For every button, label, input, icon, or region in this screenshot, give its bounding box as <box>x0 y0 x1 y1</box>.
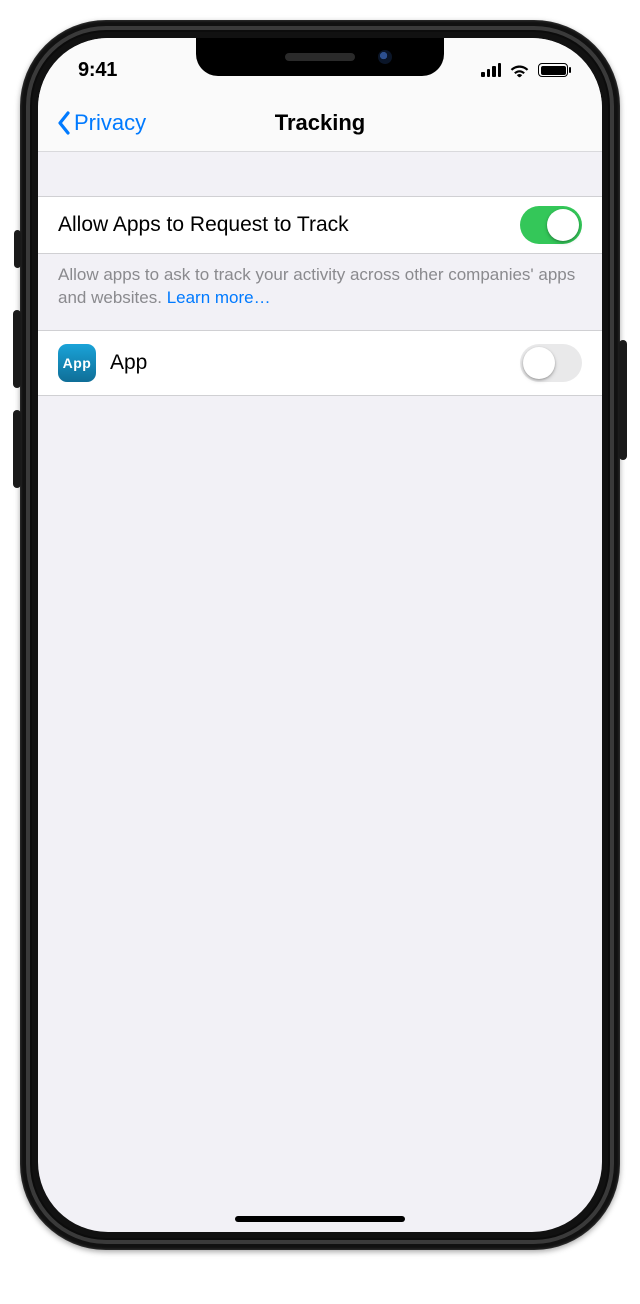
learn-more-link[interactable]: Learn more… <box>167 288 271 307</box>
speaker-grille <box>285 53 355 61</box>
battery-icon <box>538 63 568 77</box>
allow-apps-track-row: Allow Apps to Request to Track <box>38 196 602 254</box>
content-area: Allow Apps to Request to Track Allow app… <box>38 152 602 396</box>
cellular-signal-icon <box>481 63 501 77</box>
screen: 9:41 Privacy Tracking <box>38 38 602 1232</box>
back-label: Privacy <box>74 110 146 136</box>
chevron-left-icon <box>56 111 72 135</box>
status-indicators <box>481 63 568 78</box>
power-button <box>619 340 627 460</box>
app-row: App App <box>38 330 602 396</box>
notch <box>196 38 444 76</box>
status-time: 9:41 <box>78 59 117 82</box>
phone-frame: 9:41 Privacy Tracking <box>20 20 620 1250</box>
toggle-knob <box>547 209 579 241</box>
app-tracking-toggle[interactable] <box>520 344 582 382</box>
volume-up-button <box>13 310 21 388</box>
toggle-knob <box>523 347 555 379</box>
footer-description: Allow apps to ask to track your activity… <box>58 265 575 307</box>
wifi-icon <box>509 63 530 78</box>
allow-apps-track-label: Allow Apps to Request to Track <box>58 213 506 237</box>
silence-switch <box>14 230 21 268</box>
app-name-label: App <box>110 351 506 375</box>
section-footer: Allow apps to ask to track your activity… <box>38 254 602 330</box>
page-title: Tracking <box>275 110 365 136</box>
home-indicator[interactable] <box>235 1216 405 1222</box>
back-button[interactable]: Privacy <box>48 94 154 151</box>
front-camera <box>378 50 392 64</box>
allow-apps-track-toggle[interactable] <box>520 206 582 244</box>
nav-header: Privacy Tracking <box>38 94 602 152</box>
volume-down-button <box>13 410 21 488</box>
app-icon: App <box>58 344 96 382</box>
